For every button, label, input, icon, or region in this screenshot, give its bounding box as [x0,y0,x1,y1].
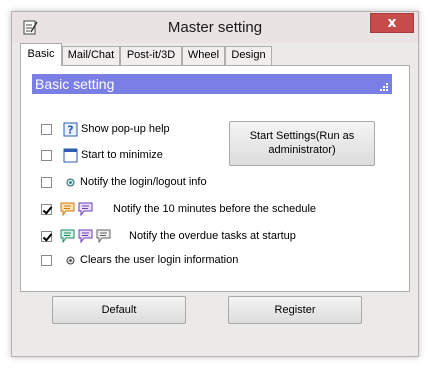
small-circle-icon [66,256,75,264]
svg-text:?: ? [67,123,73,136]
option-show-popup-help: ? Show pop-up help [41,121,170,137]
basic-settings-panel: Basic setting ? Show pop-up help Start t… [20,65,410,292]
section-header: Basic setting [32,74,392,94]
tab-mail-chat[interactable]: Mail/Chat [62,46,120,65]
title-bar: Master setting x [12,12,418,43]
option-start-minimize: Start to minimize [41,147,163,163]
purple-memo-icon [78,229,93,243]
default-button[interactable]: Default [52,296,186,324]
section-title: Basic setting [35,76,115,92]
option-label: Start to minimize [81,149,163,161]
purple-memo-icon [78,202,93,216]
tab-design[interactable]: Design [225,46,272,65]
close-button[interactable]: x [370,13,414,33]
register-button[interactable]: Register [228,296,362,324]
window-title: Master setting [167,19,263,36]
option-label: Clears the user login information [80,254,239,266]
tab-wheel[interactable]: Wheel [182,46,225,65]
grip-icon [380,83,388,91]
option-label: Notify the overdue tasks at startup [129,230,296,242]
master-setting-window: Master setting x Basic Mail/Chat Post-it… [11,11,419,357]
checkbox-clear-login-info[interactable] [41,254,52,266]
option-label: Show pop-up help [81,123,170,135]
option-clear-login-info: Clears the user login information [41,252,238,268]
window-icon [63,148,78,162]
checkbox-notify-overdue-tasks[interactable] [41,230,52,242]
option-label: Notify the login/logout info [80,176,207,188]
checkbox-show-popup-help[interactable] [41,123,52,135]
tab-basic[interactable]: Basic [20,43,62,66]
option-notify-overdue-tasks: Notify the overdue tasks at startup [41,228,296,244]
tab-post-it-3d[interactable]: Post-it/3D [120,46,182,65]
checkbox-notify-login-logout[interactable] [41,176,52,188]
option-notify-10-minutes: Notify the 10 minutes before the schedul… [41,201,316,217]
small-circle-icon [66,178,75,186]
start-settings-button[interactable]: Start Settings(Run as administrator) [229,121,375,166]
gray-memo-icon [96,229,111,243]
orange-memo-icon [60,202,75,216]
checkbox-notify-10-minutes[interactable] [41,203,52,215]
option-label: Notify the 10 minutes before the schedul… [113,203,317,215]
help-icon: ? [63,122,78,136]
checkbox-start-minimize[interactable] [41,149,52,161]
option-notify-login-logout: Notify the login/logout info [41,174,207,190]
green-memo-icon [60,229,75,243]
